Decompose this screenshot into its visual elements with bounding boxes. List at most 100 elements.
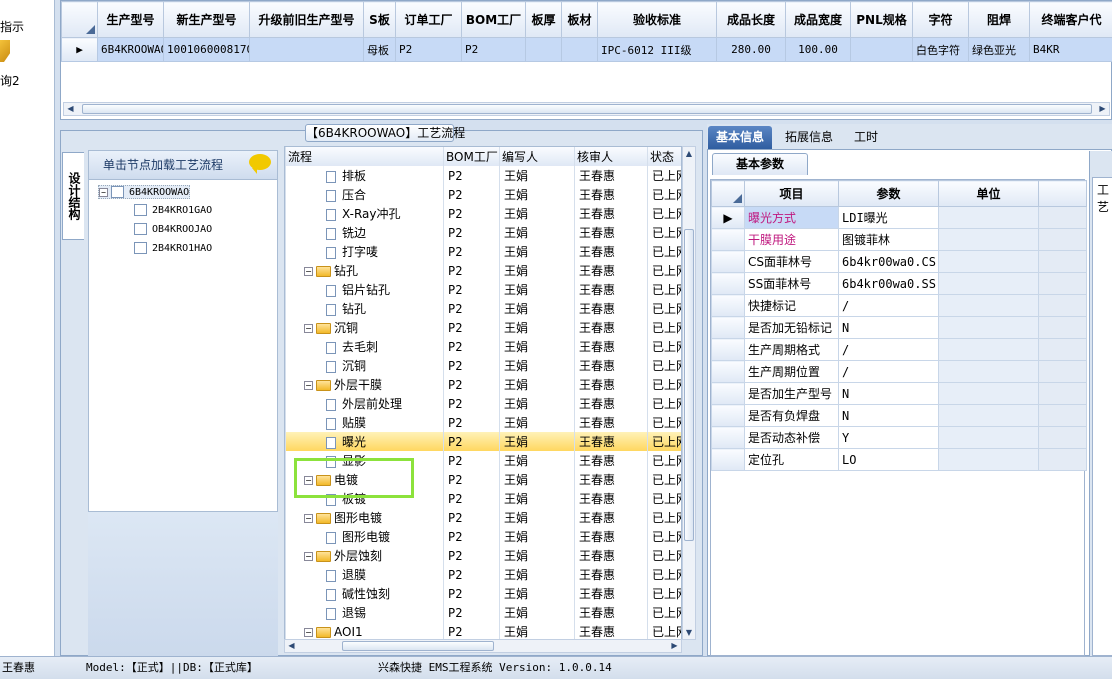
scroll-left-icon[interactable]: ◀ — [285, 640, 298, 652]
reviewer-cell[interactable]: 王春惠 — [574, 603, 648, 622]
column-header[interactable]: 流程 — [285, 147, 444, 166]
process-node[interactable]: 贴膜 — [285, 413, 444, 432]
writer-cell[interactable]: 王娟 — [499, 622, 575, 639]
status-cell[interactable]: 已上网 — [647, 508, 681, 527]
column-header[interactable]: 成品长度 — [716, 1, 786, 38]
table-row[interactable]: 退锡 P2王娟王春惠已上网 — [285, 603, 681, 622]
bom-factory-cell[interactable]: P2 — [443, 508, 500, 527]
param-unit[interactable] — [938, 294, 1039, 317]
param-value[interactable]: 6b4kr00wa0.CS — [838, 250, 939, 273]
param-item[interactable]: 曝光方式 — [744, 206, 839, 229]
status-cell[interactable]: 已上网 — [647, 451, 681, 470]
table-row[interactable]: ▶ 曝光方式 LDI曝光 — [711, 206, 1087, 229]
param-item[interactable]: 定位孔 — [744, 448, 839, 471]
bom-factory-cell[interactable]: P2 — [443, 546, 500, 565]
table-row[interactable]: 是否动态补偿 Y — [711, 426, 1087, 449]
param-unit[interactable] — [938, 404, 1039, 427]
reviewer-cell[interactable]: 王春惠 — [574, 261, 648, 280]
table-row[interactable]: 排板 P2王娟王春惠已上网 — [285, 166, 681, 185]
status-cell[interactable]: 已上网 — [647, 584, 681, 603]
status-cell[interactable]: 已上网 — [647, 337, 681, 356]
column-header[interactable]: 核审人 — [574, 147, 648, 166]
table-row[interactable]: − AOI1 P2王娟王春惠已上网 — [285, 622, 681, 639]
table-row[interactable]: X-Ray冲孔 P2王娟王春惠已上网 — [285, 204, 681, 223]
bom-factory-cell[interactable]: P2 — [443, 242, 500, 261]
writer-cell[interactable]: 王娟 — [499, 204, 575, 223]
column-header[interactable]: 状态 — [647, 147, 681, 166]
param-unit[interactable] — [938, 206, 1039, 229]
writer-cell[interactable]: 王娟 — [499, 584, 575, 603]
param-value[interactable]: LDI曝光 — [838, 206, 939, 229]
process-node[interactable]: 排板 — [285, 166, 444, 185]
row-header[interactable] — [711, 250, 745, 273]
column-header[interactable]: 板厚 — [525, 1, 562, 38]
table-row[interactable]: CS面菲林号 6b4kr00wa0.CS — [711, 250, 1087, 273]
scrollbar-thumb[interactable] — [82, 104, 1092, 114]
reviewer-cell[interactable]: 王春惠 — [574, 280, 648, 299]
column-header[interactable]: 阻焊 — [968, 1, 1030, 38]
column-header[interactable]: 升级前旧生产型号 — [249, 1, 364, 38]
table-row[interactable]: 快捷标记 / — [711, 294, 1087, 317]
table-row[interactable]: 生产周期格式 / — [711, 338, 1087, 361]
row-header[interactable] — [711, 294, 745, 317]
row-header[interactable] — [711, 360, 745, 383]
writer-cell[interactable]: 王娟 — [499, 565, 575, 584]
process-node[interactable]: 铝片钻孔 — [285, 280, 444, 299]
column-header[interactable]: 字符 — [912, 1, 969, 38]
collapse-icon[interactable]: − — [304, 552, 313, 561]
table-cell[interactable]: 10010600081701 — [163, 37, 250, 62]
writer-cell[interactable]: 王娟 — [499, 508, 575, 527]
row-header[interactable] — [711, 426, 745, 449]
param-item[interactable]: 是否加生产型号 — [744, 382, 839, 405]
table-row[interactable]: 干膜用途 图镀菲林 — [711, 228, 1087, 251]
process-node[interactable]: 压合 — [285, 185, 444, 204]
param-unit[interactable] — [938, 448, 1039, 471]
table-row[interactable]: SS面菲林号 6b4kr00wa0.SS — [711, 272, 1087, 295]
writer-cell[interactable]: 王娟 — [499, 299, 575, 318]
horizontal-scrollbar[interactable]: ◀ ▶ — [63, 102, 1110, 116]
scrollbar-thumb[interactable] — [342, 641, 494, 651]
reviewer-cell[interactable]: 王春惠 — [574, 432, 648, 451]
process-node[interactable]: 打字唛 — [285, 242, 444, 261]
status-cell[interactable]: 已上网 — [647, 375, 681, 394]
row-header[interactable] — [711, 448, 745, 471]
status-cell[interactable]: 已上网 — [647, 242, 681, 261]
table-row[interactable]: 钻孔 P2王娟王春惠已上网 — [285, 299, 681, 318]
row-indicator-icon[interactable]: ▶ — [61, 37, 98, 62]
nav-item-label[interactable]: 指示 — [0, 18, 24, 35]
status-cell[interactable]: 已上网 — [647, 470, 681, 489]
param-value[interactable]: 图镀菲林 — [838, 228, 939, 251]
writer-cell[interactable]: 王娟 — [499, 242, 575, 261]
column-header[interactable]: 编写人 — [499, 147, 575, 166]
process-node[interactable]: 曝光 — [285, 432, 444, 451]
param-unit[interactable] — [938, 228, 1039, 251]
side-tab-label[interactable]: 工艺 — [1092, 177, 1112, 656]
bom-factory-cell[interactable]: P2 — [443, 185, 500, 204]
param-value[interactable]: 6b4kr00wa0.SS — [838, 272, 939, 295]
param-item[interactable]: 是否有负焊盘 — [744, 404, 839, 427]
writer-cell[interactable]: 王娟 — [499, 261, 575, 280]
bom-factory-cell[interactable]: P2 — [443, 413, 500, 432]
table-row[interactable]: 压合 P2王娟王春惠已上网 — [285, 185, 681, 204]
param-value[interactable]: / — [838, 294, 939, 317]
writer-cell[interactable]: 王娟 — [499, 337, 575, 356]
reviewer-cell[interactable]: 王春惠 — [574, 185, 648, 204]
column-header[interactable]: 验收标准 — [597, 1, 717, 38]
table-row[interactable]: − 外层蚀刻 P2王娟王春惠已上网 — [285, 546, 681, 565]
tab-design-structure[interactable]: 设计结构 — [62, 152, 84, 240]
reviewer-cell[interactable]: 王春惠 — [574, 356, 648, 375]
reviewer-cell[interactable]: 王春惠 — [574, 375, 648, 394]
column-header[interactable]: 生产型号 — [97, 1, 164, 38]
process-node[interactable]: 沉铜 — [285, 356, 444, 375]
bom-factory-cell[interactable]: P2 — [443, 356, 500, 375]
bom-factory-cell[interactable]: P2 — [443, 584, 500, 603]
reviewer-cell[interactable]: 王春惠 — [574, 546, 648, 565]
writer-cell[interactable]: 王娟 — [499, 318, 575, 337]
bom-factory-cell[interactable]: P2 — [443, 489, 500, 508]
collapse-icon[interactable]: − — [304, 381, 313, 390]
param-unit[interactable] — [938, 250, 1039, 273]
param-item[interactable]: CS面菲林号 — [744, 250, 839, 273]
process-node[interactable]: 退膜 — [285, 565, 444, 584]
param-item[interactable]: SS面菲林号 — [744, 272, 839, 295]
writer-cell[interactable]: 王娟 — [499, 375, 575, 394]
